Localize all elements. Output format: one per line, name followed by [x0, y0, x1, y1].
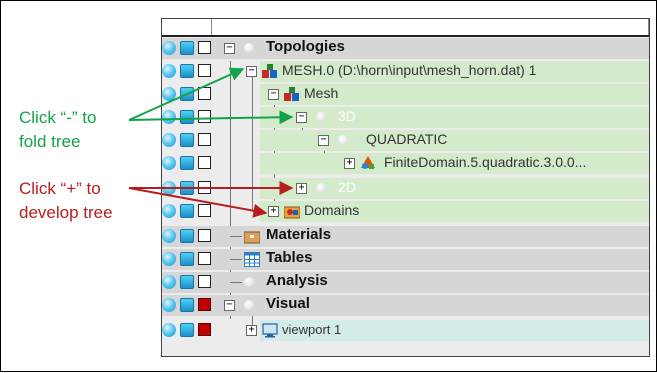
fold-arrow-to-3d — [128, 110, 294, 125]
develop-arrow-to-domains — [128, 187, 268, 218]
fold-arrows — [128, 67, 294, 125]
figure-frame: Click “-” to fold tree Click “+” to deve… — [0, 0, 657, 372]
develop-arrows — [128, 181, 294, 218]
annotation-arrows — [128, 67, 294, 218]
fold-arrow-to-mesh0 — [128, 67, 245, 121]
